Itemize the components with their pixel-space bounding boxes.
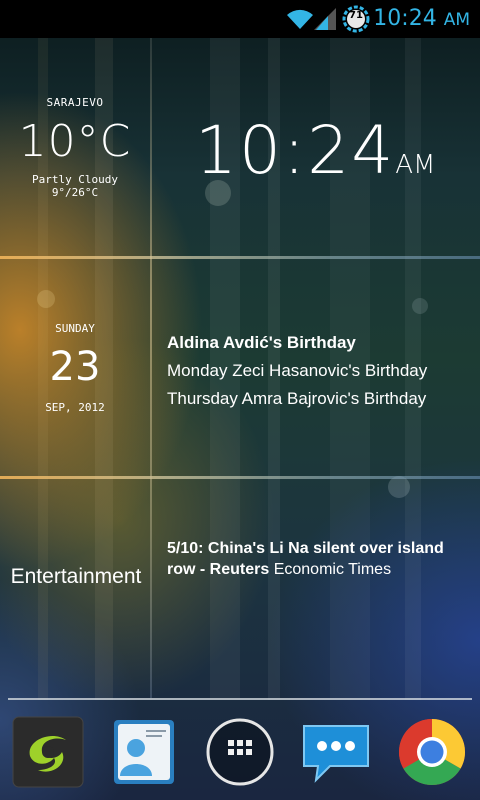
app-drawer-icon[interactable] [204, 716, 276, 788]
wifi-icon [287, 9, 313, 29]
bokeh-dot [37, 290, 55, 308]
weather-condition: Partly Cloudy [31, 173, 119, 186]
news-source: Economic Times [273, 561, 392, 578]
news-item[interactable]: 5/10: China's Li Na silent over island r… [167, 538, 467, 580]
weather-city: SARAJEVO [46, 96, 104, 109]
signal-icon [314, 8, 336, 30]
home-screen: 71 10:24 AM SARAJEVO 10°C Partly Cloudy … [0, 0, 480, 800]
messaging-icon[interactable] [300, 716, 372, 788]
calendar-event[interactable]: Thursday Amra Bajrovic's Birthday [167, 389, 426, 409]
date-day-name: SUNDAY [55, 322, 95, 335]
dock [0, 698, 480, 800]
grid-divider [0, 476, 480, 479]
grid-divider [0, 256, 480, 259]
grid-divider-vertical [150, 38, 152, 698]
clock-time: 10:24 [195, 112, 396, 189]
app-icon[interactable] [12, 716, 84, 788]
weather-temperature: 10°C [18, 116, 132, 167]
news-category[interactable]: Entertainment [0, 562, 152, 592]
date-month-year: SEP, 2012 [45, 401, 105, 414]
dock-divider [8, 698, 472, 700]
clock-widget[interactable]: 10:24AM [195, 112, 435, 189]
calendar-event[interactable]: Monday Zeci Hasanovic's Birthday [167, 361, 427, 381]
bokeh-dot [412, 298, 428, 314]
chrome-icon[interactable] [396, 716, 468, 788]
calendar-event[interactable]: Aldina Avdić's Birthday [167, 333, 356, 353]
bokeh-dot [388, 476, 410, 498]
status-clock: 10:24 AM [373, 6, 470, 31]
status-time-value: 10:24 [373, 6, 437, 31]
status-ampm: AM [443, 10, 470, 30]
contacts-icon[interactable] [108, 716, 180, 788]
status-bar[interactable]: 71 10:24 AM [0, 0, 480, 38]
weather-range: 9°/26°C [51, 186, 99, 199]
battery-level: 71 [349, 10, 363, 21]
clock-ampm: AM [395, 150, 436, 180]
date-day-number: 23 [49, 344, 101, 390]
